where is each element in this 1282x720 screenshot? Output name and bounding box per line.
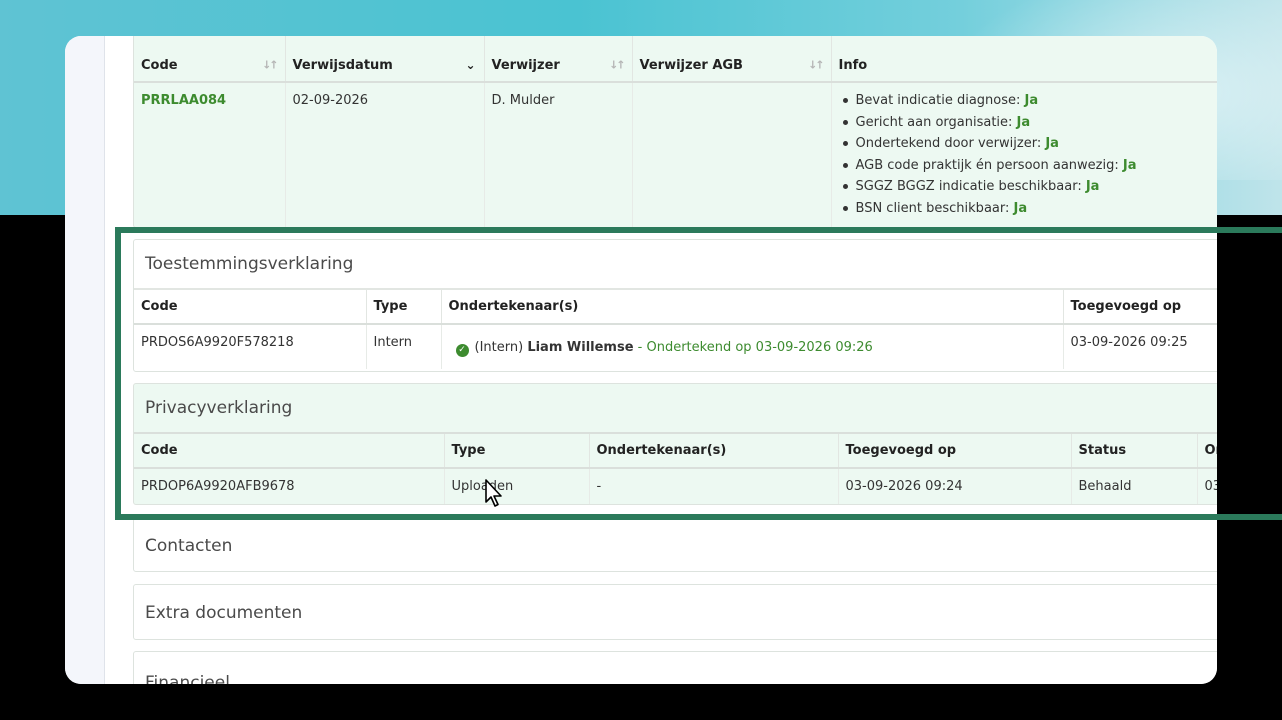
col-verwijzer[interactable]: Verwijzer ↓↑: [484, 36, 633, 83]
referral-date: 02-09-2026: [285, 82, 485, 227]
col-verwijzer-agb[interactable]: Verwijzer AGB ↓↑: [632, 36, 832, 83]
privacy-type: Uploaden: [444, 468, 590, 504]
col-signers: Ondertekenaar(s): [441, 290, 1064, 325]
mouse-pointer-icon: [485, 479, 502, 507]
main-content: Code ↓↑ Verwijsdatum ⌄ Verwijzer ↓↑ Verwijz…: [133, 36, 1217, 684]
documents-title[interactable]: Extra documenten: [134, 585, 1217, 641]
consent-type: Intern: [366, 324, 442, 369]
table-row: PRDOS6A9920F578218 Intern ✓ (Intern) Liam…: [134, 324, 1217, 369]
col-code[interactable]: Code ↓↑: [134, 36, 286, 83]
list-item: BSN client beschikbaar: Ja: [839, 198, 1218, 220]
table-row: PRRLAA084 02-09-2026 D. Mulder Bevat ind…: [134, 82, 1217, 227]
privacy-signers: -: [589, 468, 839, 504]
consent-table: Code Type Ondertekenaar(s) Toegevoegd op…: [134, 290, 1217, 369]
consent-panel: Toestemmingsverklaring Code Type Onderte…: [133, 239, 1217, 372]
consent-signer: ✓ (Intern) Liam Willemse - Ondertekend op…: [441, 324, 1064, 369]
financial-title[interactable]: Financieel: [134, 652, 1217, 684]
sort-icon[interactable]: ↓↑: [262, 59, 279, 72]
col-type: Type: [444, 434, 590, 469]
col-added: Toegevoegd op: [1063, 290, 1217, 325]
consent-added: 03-09-2026 09:25: [1063, 324, 1217, 369]
referral-panel: Code ↓↑ Verwijsdatum ⌄ Verwijzer ↓↑ Verwijz…: [133, 36, 1217, 228]
contacts-panel[interactable]: Contacten: [133, 518, 1217, 572]
sidebar-rail: [65, 36, 105, 684]
privacy-status: Behaald: [1071, 468, 1198, 504]
col-added: Toegevoegd op: [838, 434, 1072, 469]
privacy-title[interactable]: Privacyverklaring: [134, 384, 1217, 434]
list-item: Bevat indicatie diagnose: Ja: [839, 90, 1218, 112]
consent-title[interactable]: Toestemmingsverklaring: [134, 240, 1217, 290]
privacy-table: Code Type Ondertekenaar(s) Toegevoegd op…: [134, 434, 1217, 504]
referral-info-list: Bevat indicatie diagnose: Ja Gericht aan…: [839, 83, 1218, 220]
privacy-added: 03-09-2026 09:24: [838, 468, 1072, 504]
col-info: Info: [831, 36, 1217, 83]
list-item: SGGZ BGGZ indicatie beschikbaar: Ja: [839, 176, 1218, 198]
col-code: Code: [134, 290, 367, 325]
financial-panel[interactable]: Financieel: [133, 651, 1217, 684]
list-item: Gericht aan organisatie: Ja: [839, 112, 1218, 134]
col-signers: Ondertekenaar(s): [589, 434, 839, 469]
col-status: Status: [1071, 434, 1198, 469]
sort-icon[interactable]: ↓↑: [609, 59, 626, 72]
referral-agb: [632, 82, 832, 227]
col-signed: Ondertekend op: [1197, 434, 1217, 469]
consent-code: PRDOS6A9920F578218: [134, 324, 367, 369]
documents-panel[interactable]: Extra documenten: [133, 584, 1217, 640]
privacy-signed: 03: [1197, 468, 1217, 504]
check-circle-icon: ✓: [455, 344, 469, 357]
privacy-panel: Privacyverklaring Code Type Ondertekenaa…: [133, 383, 1217, 505]
col-type: Type: [366, 290, 442, 325]
app-window: Code ↓↑ Verwijsdatum ⌄ Verwijzer ↓↑ Verwijz…: [65, 36, 1217, 684]
chevron-down-icon[interactable]: ⌄: [465, 58, 475, 72]
referral-referrer: D. Mulder: [484, 82, 633, 227]
col-verwijsdatum[interactable]: Verwijsdatum ⌄: [285, 36, 485, 83]
list-item: AGB code praktijk én persoon aanwezig: J…: [839, 155, 1218, 177]
col-code: Code: [134, 434, 445, 469]
contacts-title[interactable]: Contacten: [134, 519, 1217, 573]
privacy-code: PRDOP6A9920AFB9678: [134, 468, 445, 504]
list-item: Ondertekend door verwijzer: Ja: [839, 133, 1218, 155]
sort-icon[interactable]: ↓↑: [808, 59, 825, 72]
referral-code-link[interactable]: PRRLAA084: [141, 93, 226, 108]
referral-table: Code ↓↑ Verwijsdatum ⌄ Verwijzer ↓↑ Verwijz…: [134, 36, 1217, 227]
table-row: PRDOP6A9920AFB9678 Uploaden - 03-09-2026…: [134, 468, 1217, 504]
